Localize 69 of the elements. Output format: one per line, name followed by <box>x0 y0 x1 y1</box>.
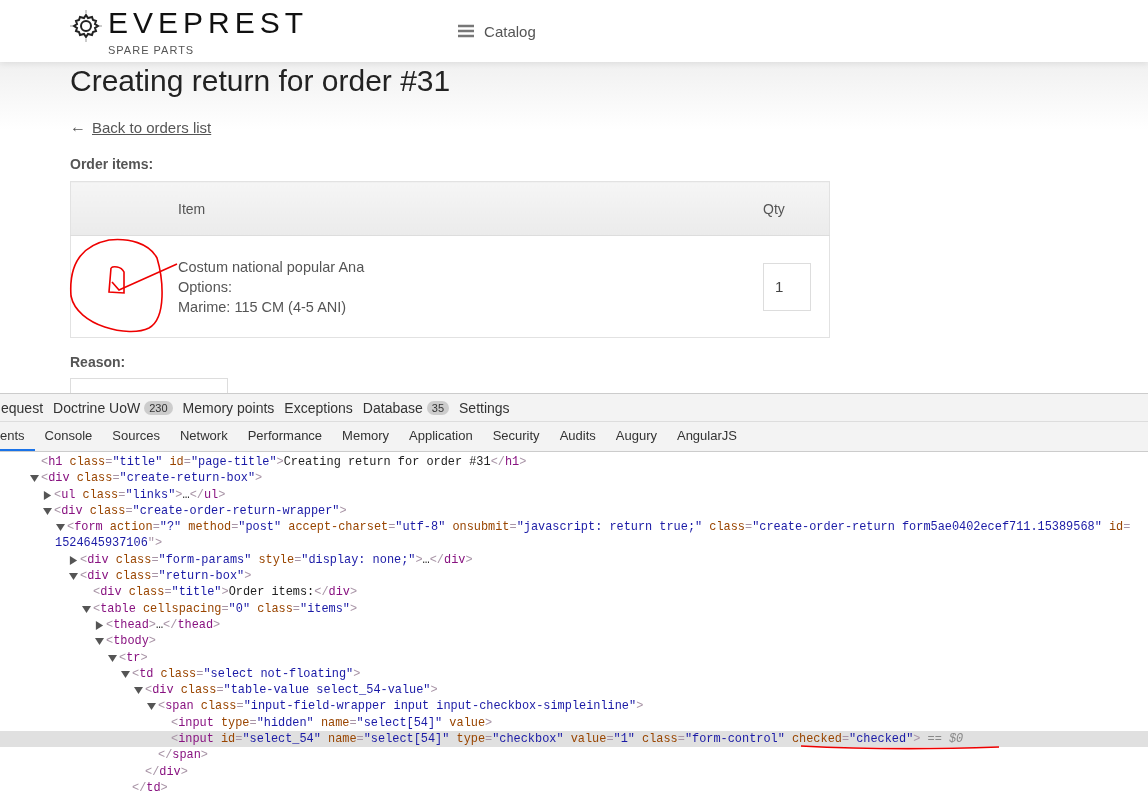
expanded-arrow-icon[interactable] <box>121 669 130 679</box>
devtools-tab[interactable]: ents <box>0 422 35 451</box>
item-text: Costum national popular Ana <box>178 257 366 277</box>
profiler-tab[interactable]: Settings <box>459 399 510 416</box>
column-header: Qty <box>762 181 830 236</box>
dom-node-row[interactable]: <div class="create-return-box"> <box>0 470 1148 487</box>
expanded-arrow-icon[interactable] <box>43 506 52 516</box>
devtools-tab[interactable]: Augury <box>605 422 667 451</box>
item-text: Options: <box>178 277 233 297</box>
devtools-tab[interactable]: Sources <box>102 422 170 451</box>
profiler-tab[interactable]: equest <box>1 399 44 416</box>
page-title: Creating return for order #31 <box>70 64 451 98</box>
expanded-arrow-icon[interactable] <box>82 604 91 614</box>
brand-tagline: SPARE PARTS <box>108 44 196 56</box>
dom-node-row[interactable]: <tr> <box>0 649 1148 666</box>
expanded-arrow-icon[interactable] <box>134 686 143 696</box>
devtools-tab[interactable]: Console <box>34 422 103 451</box>
expanded-arrow-icon[interactable] <box>56 523 65 533</box>
dom-node-row[interactable]: <div class="form-params" style="display: none;">…</div> <box>0 551 1148 569</box>
devtools-tab[interactable]: Network <box>170 422 238 451</box>
column-header: Item <box>177 181 762 236</box>
dom-node-row[interactable]: <form action="?" method="post" accept-charset="utf-8" onsubmit="javascript: return true;" class="create-order-return form5ae0402ecef711.15389568" id= <box>0 519 1148 536</box>
dom-node-row[interactable]: <h1 class="title" id="page-title">Creating return for order #31</h1> <box>0 454 1148 471</box>
dom-node-row[interactable]: <input type="hidden" name="select[54]" value> <box>0 714 1148 732</box>
dom-node-row[interactable]: <div class="return-box"> <box>0 568 1148 585</box>
dom-node-row[interactable]: </div> <box>0 763 1148 780</box>
dom-node-row[interactable]: <span class="input-field-wrapper input input-checkbox-simpleinline"> <box>0 698 1148 715</box>
dom-node-row[interactable]: <table cellspacing="0" class="items"> <box>0 600 1148 617</box>
profiler-tab[interactable]: Memory points <box>182 399 275 416</box>
back-link[interactable]: Back to orders list <box>92 118 212 136</box>
dom-node-row[interactable]: <td class="select not-floating"> <box>0 665 1148 683</box>
devtools-tab[interactable]: Memory <box>332 422 400 451</box>
devtools-tab[interactable]: Application <box>399 422 483 451</box>
devtools-tab[interactable]: Audits <box>549 422 606 451</box>
collapsed-arrow-icon[interactable] <box>95 620 104 630</box>
expanded-arrow-icon[interactable] <box>30 474 39 484</box>
profiler-tab[interactable]: Exceptions <box>284 399 353 416</box>
reason-label: Reason: <box>70 354 126 370</box>
profiler-tab[interactable]: Database <box>362 399 423 416</box>
nav-link[interactable]: Catalog <box>484 22 536 40</box>
menu-icon[interactable] <box>458 24 475 38</box>
dom-node-row[interactable]: <ul class="links">…</ul> <box>0 486 1148 503</box>
dom-node-row[interactable]: </td> <box>0 779 1148 793</box>
collapsed-arrow-icon[interactable] <box>43 490 52 500</box>
profiler-tab[interactable]: Doctrine UoW <box>53 399 141 416</box>
collapsed-arrow-icon[interactable] <box>69 555 78 565</box>
qty-field[interactable]: 1 <box>763 262 811 311</box>
gear-logo-icon <box>70 10 102 42</box>
dom-node-row[interactable]: <input id="select_54" name="select[54]" type="checkbox" value="1" class="form-control" checked="checked"> == $0 <box>0 731 1148 748</box>
dom-node-row[interactable]: <div class="title">Order items:</div> <box>0 584 1148 601</box>
expanded-arrow-icon[interactable] <box>95 637 104 647</box>
dom-node-row[interactable]: <tbody> <box>0 633 1148 650</box>
devtools-tab[interactable]: AngularJS <box>666 422 747 451</box>
back-arrow: ← <box>70 118 86 136</box>
item-text: Marime: 115 CM (4-5 ANI) <box>178 297 348 317</box>
section-title: Order items: <box>70 156 154 172</box>
dom-node-row[interactable]: <div class="create-order-return-wrapper"> <box>0 502 1148 520</box>
count-badge: 230 <box>144 400 173 415</box>
devtools-tab[interactable]: Security <box>482 422 550 451</box>
expanded-arrow-icon[interactable] <box>108 653 117 663</box>
dom-node-row-text: 1524645937106"> <box>54 535 164 552</box>
expanded-arrow-icon[interactable] <box>69 572 78 582</box>
brand-name[interactable]: EVEPREST <box>108 6 309 40</box>
expanded-arrow-icon[interactable] <box>147 702 156 712</box>
count-badge: 35 <box>426 400 450 415</box>
devtools-tab[interactable]: Performance <box>237 422 333 451</box>
dom-node-row[interactable]: <div class="table-value select_54-value"> <box>0 682 1148 699</box>
dom-node-row[interactable]: </span> <box>0 747 1148 764</box>
dom-node-row[interactable]: <thead>…</thead> <box>0 616 1148 634</box>
